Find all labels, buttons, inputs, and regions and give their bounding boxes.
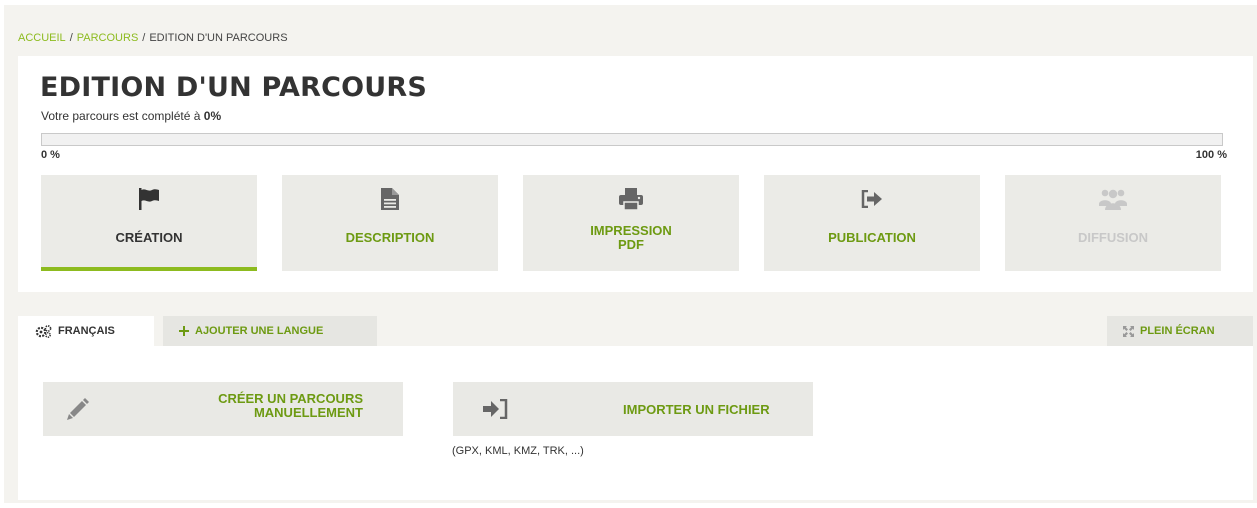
sign-in-icon — [481, 396, 511, 422]
action-label: IMPORTER UN FICHIER — [623, 402, 770, 417]
sign-out-icon — [857, 187, 887, 211]
import-file-button[interactable]: IMPORTER UN FICHIER — [453, 382, 813, 436]
page-title: EDITION D'UN PARCOURS — [40, 72, 428, 103]
document-icon — [375, 187, 405, 211]
breadcrumb-parcours-link[interactable]: PARCOURS — [77, 32, 139, 44]
step-label-line2: PDF — [618, 237, 644, 252]
breadcrumb-separator: / — [142, 32, 146, 44]
add-language-tab[interactable]: AJOUTER UNE LANGUE — [163, 316, 377, 346]
fullscreen-button[interactable]: PLEIN ÉCRAN — [1107, 316, 1253, 346]
action-label: CRÉER UN PARCOURS — [218, 391, 363, 406]
gears-icon — [35, 324, 52, 338]
completion-value: 0% — [203, 109, 222, 123]
tab-label: PLEIN ÉCRAN — [1140, 325, 1215, 337]
editor-header-panel: EDITION D'UN PARCOURS Votre parcours est… — [18, 56, 1253, 292]
breadcrumb-current: EDITION D'UN PARCOURS — [149, 32, 288, 44]
step-label: IMPRESSION — [590, 223, 672, 238]
breadcrumb-separator: / — [69, 32, 73, 44]
step-diffusion: DIFFUSION — [1005, 175, 1221, 271]
expand-icon — [1123, 325, 1134, 337]
completion-progress-bar — [41, 133, 1223, 146]
import-formats-hint: (GPX, KML, KMZ, TRK, ...) — [452, 445, 584, 457]
language-tabs: FRANÇAIS AJOUTER UNE LANGUE PLEIN ÉCRAN — [18, 316, 1253, 346]
action-label-line2: MANUELLEMENT — [253, 405, 363, 420]
breadcrumb-home-link[interactable]: ACCUEIL — [18, 32, 66, 44]
completion-label: Votre parcours est complété à — [41, 109, 201, 123]
route-actions-panel: CRÉER UN PARCOURS MANUELLEMENT IMPORTER … — [18, 346, 1253, 500]
step-label: CRÉATION — [115, 230, 183, 245]
step-impression-pdf[interactable]: IMPRESSION PDF — [523, 175, 739, 271]
group-icon — [1098, 187, 1128, 211]
tab-label: AJOUTER UNE LANGUE — [195, 325, 324, 337]
tab-francais[interactable]: FRANÇAIS — [18, 316, 154, 346]
step-label: DIFFUSION — [1077, 230, 1149, 245]
step-label: DESCRIPTION — [345, 230, 435, 245]
pencil-icon — [63, 396, 93, 422]
progress-min-label: 0 % — [41, 149, 60, 161]
progress-max-label: 100 % — [1195, 149, 1227, 161]
completion-text: Votre parcours est complété à 0% — [41, 109, 221, 123]
active-step-indicator — [41, 267, 257, 271]
create-manual-route-button[interactable]: CRÉER UN PARCOURS MANUELLEMENT — [43, 382, 403, 436]
plus-icon — [179, 326, 189, 336]
tab-label: FRANÇAIS — [58, 325, 115, 337]
flag-icon — [134, 187, 164, 211]
step-creation[interactable]: CRÉATION — [41, 175, 257, 271]
step-description[interactable]: DESCRIPTION — [282, 175, 498, 271]
step-publication[interactable]: PUBLICATION — [764, 175, 980, 271]
printer-icon — [616, 187, 646, 211]
breadcrumb: ACCUEIL / PARCOURS / EDITION D'UN PARCOURS — [18, 32, 288, 44]
step-label: PUBLICATION — [828, 230, 916, 245]
